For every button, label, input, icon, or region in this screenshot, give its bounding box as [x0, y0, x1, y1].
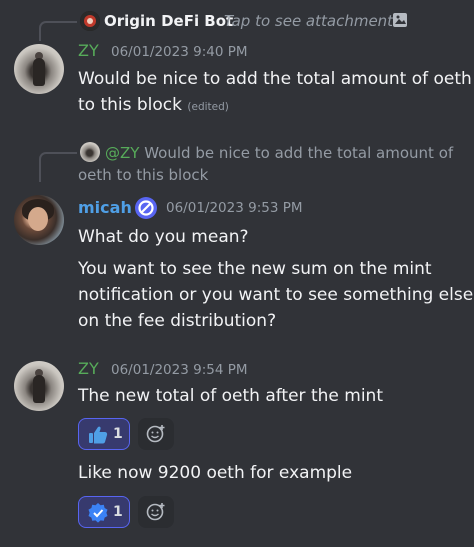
message-text: The new total of oeth after the mint: [78, 386, 383, 406]
add-reaction-button[interactable]: [138, 496, 174, 528]
origin-bot-avatar: [80, 11, 100, 31]
mention[interactable]: @ZY: [105, 144, 139, 162]
reaction-count: 1: [113, 504, 123, 520]
author-name[interactable]: micah: [78, 198, 132, 217]
message-text: on the fee distribution?: [78, 311, 277, 331]
reply-text: oeth to this block: [78, 166, 209, 184]
avatar[interactable]: [14, 195, 64, 245]
avatar: [80, 142, 100, 162]
reply-hint[interactable]: Tap to see attachment: [224, 12, 393, 30]
message-text: You want to see the new sum on the mint: [78, 259, 432, 279]
reaction-verified[interactable]: 1: [78, 496, 130, 528]
reaction-thumbs-up[interactable]: 1: [78, 418, 130, 450]
avatar[interactable]: [14, 361, 64, 411]
message-text: Like now 9200 oeth for example: [78, 463, 353, 483]
timestamp: 06/01/2023 9:40 PM: [111, 44, 248, 60]
add-reaction-button[interactable]: [138, 418, 174, 450]
timestamp: 06/01/2023 9:54 PM: [111, 362, 248, 378]
reply-preview[interactable]: @ZY Would be nice to add the total amoun…: [105, 142, 453, 164]
reply-connector: [39, 152, 77, 182]
verified-badge-icon: [87, 502, 109, 528]
message-text: notification or you want to see somethin…: [78, 285, 474, 305]
reply-author[interactable]: Origin DeFi Bot: [104, 12, 233, 30]
reply-text: Would be nice to add the total amount of: [144, 144, 454, 162]
verified-badge-icon: [134, 196, 158, 220]
reply-connector: [39, 21, 77, 41]
message-text-line: to this block: [78, 95, 183, 115]
add-emoji-icon: [146, 502, 166, 526]
message-text: to this block (edited): [78, 92, 229, 120]
image-icon: [392, 12, 408, 28]
edited-tag: (edited): [187, 101, 229, 113]
add-emoji-icon: [146, 424, 166, 448]
timestamp: 06/01/2023 9:53 PM: [166, 200, 303, 216]
message-text: What do you mean?: [78, 227, 249, 247]
thumbs-up-icon: [87, 424, 109, 450]
author-name[interactable]: ZY: [78, 359, 99, 378]
author-name[interactable]: ZY: [78, 41, 99, 60]
avatar[interactable]: [14, 44, 64, 94]
message-text: Would be nice to add the total amount of…: [78, 69, 472, 89]
reaction-count: 1: [113, 426, 123, 442]
